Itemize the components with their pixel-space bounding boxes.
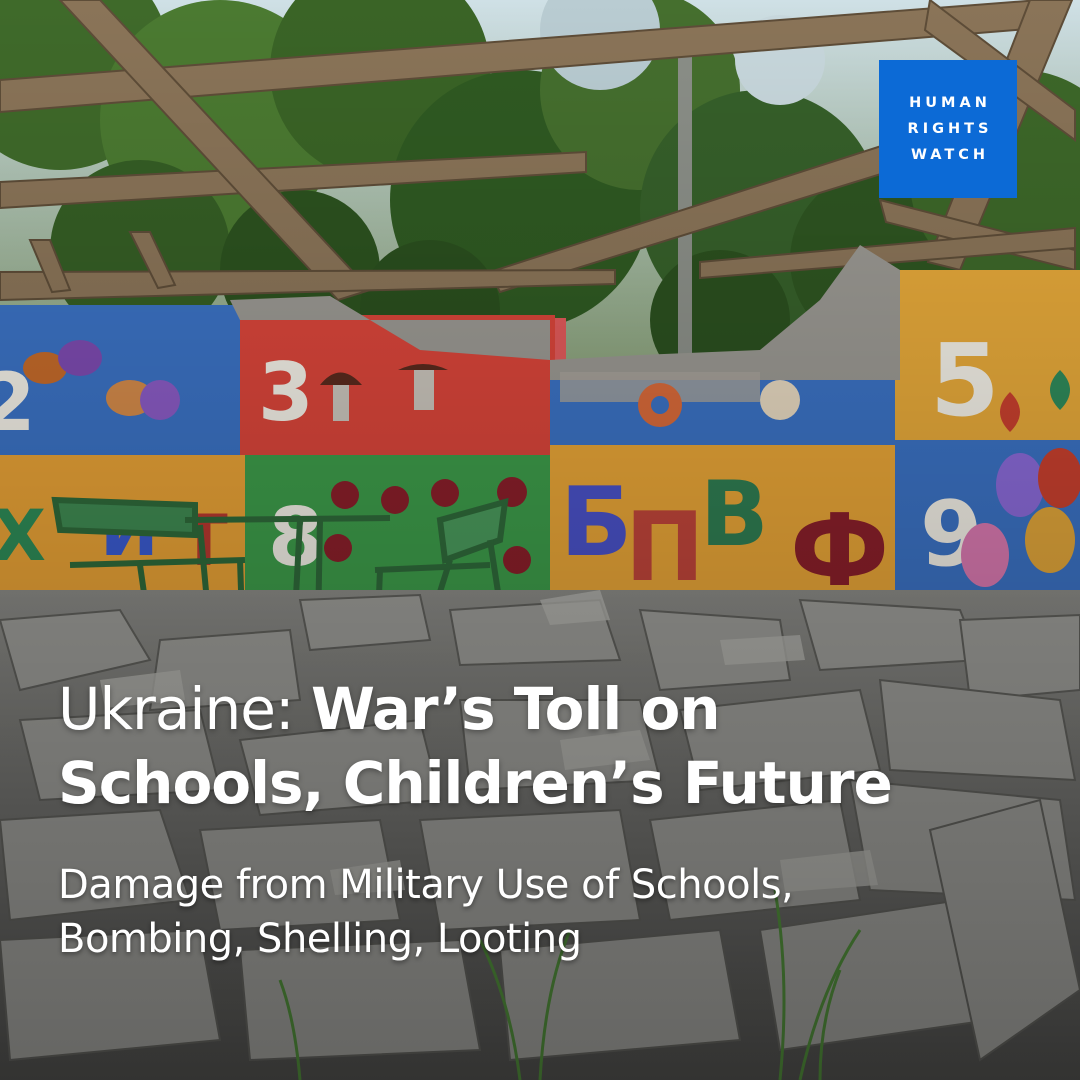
logo-line-watch: WATCH — [910, 147, 990, 163]
headline-bold-line1: War’s Toll on — [310, 675, 721, 743]
logo-line-human: HUMAN — [909, 95, 991, 111]
headline: Ukraine: War’s Toll on Schools, Children’… — [58, 672, 1048, 820]
subheadline-line2: Bombing, Shelling, Looting — [58, 916, 582, 962]
social-card: 3 5 2 8 9 Х И Т Б П В Ф — [0, 0, 1080, 1080]
subheadline-line1: Damage from Military Use of Schools, — [58, 862, 794, 908]
headline-prefix: Ukraine: — [58, 675, 311, 743]
subheadline: Damage from Military Use of Schools, Bom… — [58, 858, 1048, 966]
human-rights-watch-logo: HUMAN RIGHTS WATCH — [879, 60, 1017, 198]
headline-bold-line2: Schools, Children’s Future — [58, 749, 893, 817]
logo-line-rights: RIGHTS — [907, 121, 993, 137]
